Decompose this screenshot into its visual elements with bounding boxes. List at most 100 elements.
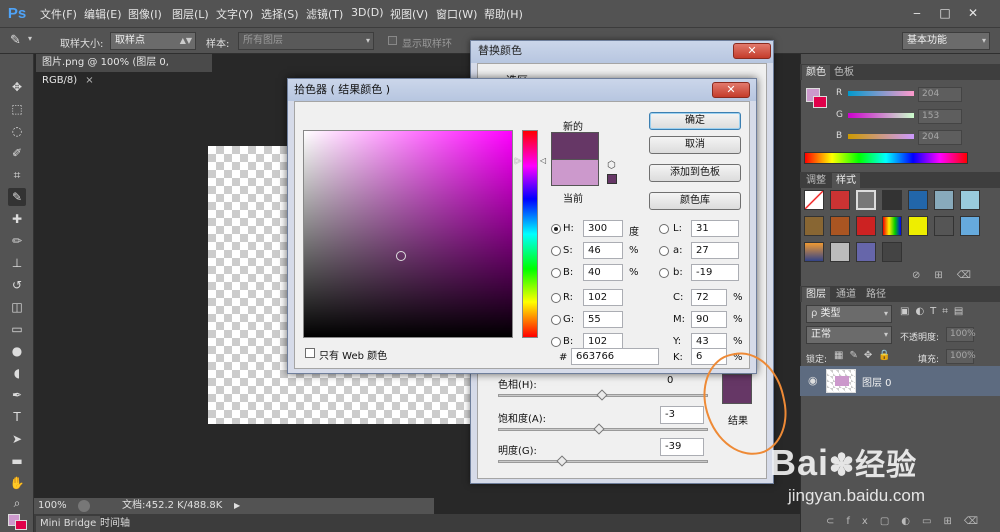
workspace-select[interactable]: 基本功能 ▾ [902, 32, 990, 50]
marquee-tool-icon[interactable]: ⬚ [8, 100, 26, 118]
a-field[interactable]: 27 [691, 242, 739, 259]
opacity-field[interactable]: 100% [946, 327, 976, 342]
channel-b-slider[interactable] [848, 134, 914, 139]
style-swatch[interactable] [882, 190, 902, 210]
eyedropper-tool-icon[interactable]: ✎ [8, 188, 26, 206]
crop-tool-icon[interactable]: ⌗ [8, 166, 26, 184]
dodge-tool-icon[interactable]: ◖ [8, 364, 26, 382]
r-field[interactable]: 102 [583, 289, 623, 306]
background-color-swatch[interactable] [15, 520, 27, 530]
sample-select[interactable]: 所有图层 ▾ [238, 32, 374, 50]
quick-select-tool-icon[interactable]: ✐ [8, 144, 26, 162]
menu-layer[interactable]: 图层(L) [172, 6, 209, 22]
lasso-tool-icon[interactable]: ◌ [8, 122, 26, 140]
web-safe-swatch[interactable] [607, 174, 617, 184]
l-field[interactable]: 31 [691, 220, 739, 237]
saturation-field[interactable]: -3 [660, 406, 704, 424]
shape-tool-icon[interactable]: ▬ [8, 452, 26, 470]
color-ramp[interactable] [804, 152, 968, 164]
tab-styles[interactable]: 样式 [832, 173, 860, 188]
style-swatch[interactable] [908, 216, 928, 236]
close-icon[interactable]: ✕ [962, 4, 984, 22]
hue-right-arrow-icon[interactable]: ◁ [540, 156, 546, 165]
sample-size-select[interactable]: 取样点 ▲▼ [110, 32, 196, 50]
style-swatch[interactable] [908, 190, 928, 210]
tab-adjustments[interactable]: 调整 [802, 173, 830, 188]
menu-file[interactable]: 文件(F) [40, 6, 77, 22]
saturation-slider-thumb[interactable] [593, 423, 605, 435]
radio-l[interactable] [659, 224, 669, 234]
m-field[interactable]: 90 [691, 311, 727, 328]
c-field[interactable]: 72 [691, 289, 727, 306]
style-swatch[interactable] [960, 190, 980, 210]
tab-layers[interactable]: 图层 [802, 287, 830, 302]
hex-field[interactable]: 663766 [571, 348, 659, 365]
hand-tool-icon[interactable]: ✋ [8, 474, 26, 492]
hue-slider[interactable] [522, 130, 538, 338]
style-swatch[interactable] [856, 190, 876, 210]
fill-field[interactable]: 100% [946, 349, 976, 364]
g-field[interactable]: 55 [583, 311, 623, 328]
hue-slider-thumb[interactable] [596, 389, 608, 401]
tab-paths[interactable]: 路径 [862, 287, 890, 302]
color-libraries-button[interactable]: 颜色库 [649, 192, 741, 210]
style-swatch[interactable] [934, 190, 954, 210]
zoom-level[interactable]: 100% [38, 498, 67, 514]
show-ring-checkbox[interactable] [388, 36, 397, 45]
lightness-slider-thumb[interactable] [556, 455, 568, 467]
tab-channels[interactable]: 通道 [832, 287, 860, 302]
radio-r[interactable] [551, 293, 561, 303]
channel-r-value[interactable]: 204 [918, 87, 962, 102]
layer-filter-icons[interactable]: ▣◐T⌗▤ [900, 306, 969, 317]
menu-image[interactable]: 图像(I) [128, 6, 162, 22]
visibility-eye-icon[interactable]: ◉ [808, 374, 818, 387]
minimize-icon[interactable]: ‒ [906, 4, 928, 22]
tab-mini-bridge[interactable]: Mini Bridge [36, 516, 101, 532]
menu-edit[interactable]: 编辑(E) [84, 6, 122, 22]
style-swatch[interactable] [934, 216, 954, 236]
path-select-tool-icon[interactable]: ➤ [8, 430, 26, 448]
menu-select[interactable]: 选择(S) [261, 6, 299, 22]
type-tool-icon[interactable]: T [8, 408, 26, 426]
hue-field[interactable]: 0 [662, 372, 706, 390]
channel-g-slider[interactable] [848, 113, 914, 118]
s-field[interactable]: 46 [583, 242, 623, 259]
eraser-tool-icon[interactable]: ◫ [8, 298, 26, 316]
radio-lab-b[interactable] [659, 268, 669, 278]
tab-swatches[interactable]: 色板 [830, 65, 858, 80]
channel-r-slider[interactable] [848, 91, 914, 96]
cancel-button[interactable]: 取消 [649, 136, 741, 154]
channel-g-value[interactable]: 153 [918, 109, 962, 124]
style-swatch[interactable] [830, 216, 850, 236]
document-tab[interactable]: 图片.png @ 100% (图层 0, RGB/8) × [36, 54, 212, 86]
lightness-slider[interactable] [498, 460, 708, 463]
color-field-cursor[interactable] [396, 251, 406, 261]
current-color-swatch[interactable] [551, 159, 599, 186]
web-only-checkbox[interactable] [305, 348, 315, 358]
menu-help[interactable]: 帮助(H) [484, 6, 523, 22]
maximize-icon[interactable]: □ [934, 4, 956, 22]
lab-b-field[interactable]: -19 [691, 264, 739, 281]
radio-s[interactable] [551, 246, 561, 256]
eyedropper-icon[interactable]: ✎ [10, 33, 21, 48]
style-swatch[interactable] [856, 216, 876, 236]
radio-b[interactable] [551, 268, 561, 278]
h-field[interactable]: 300 [583, 220, 623, 237]
radio-h[interactable] [551, 224, 561, 234]
style-swatch[interactable] [960, 216, 980, 236]
replace-close-icon[interactable]: ✕ [733, 43, 771, 59]
style-swatch[interactable] [882, 216, 902, 236]
layer-filter-select[interactable]: ρ 类型 ▾ [806, 305, 892, 323]
layer-row[interactable]: ◉ 图层 0 [800, 366, 1000, 396]
picker-close-icon[interactable]: ✕ [712, 82, 750, 98]
healing-brush-tool-icon[interactable]: ✚ [8, 210, 26, 228]
status-menu-arrow-icon[interactable]: ▶ [234, 498, 240, 514]
style-swatch[interactable] [830, 190, 850, 210]
style-swatch[interactable] [882, 242, 902, 262]
blend-mode-select[interactable]: 正常 ▾ [806, 326, 892, 344]
add-to-swatches-button[interactable]: 添加到色板 [649, 164, 741, 182]
status-icon[interactable] [78, 500, 90, 512]
style-swatch[interactable] [830, 242, 850, 262]
ok-button[interactable]: 确定 [649, 112, 741, 130]
styles-footer-icons[interactable]: ⊘⊞⌫ [912, 270, 985, 281]
